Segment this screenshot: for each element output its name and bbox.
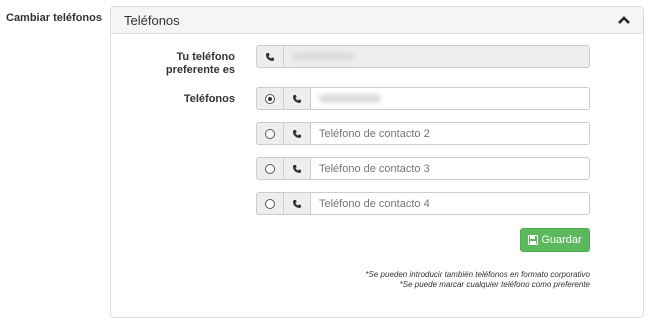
phones-label: Teléfonos <box>183 93 235 105</box>
phone-icon <box>284 88 311 109</box>
phone-2-input[interactable] <box>311 123 589 144</box>
phone-4-radio[interactable] <box>257 193 284 214</box>
help-notes: *Se pueden introducir también teléfonos … <box>311 270 590 290</box>
phone-2-radio[interactable] <box>257 123 284 144</box>
preferred-phone-group <box>256 45 590 68</box>
phone-row-1 <box>256 87 590 110</box>
phones-panel: Teléfonos Tu teléfono preferente es Telé… <box>110 6 644 318</box>
phone-row-4 <box>256 192 590 215</box>
phone-3-radio[interactable] <box>257 158 284 179</box>
phone-3-input[interactable] <box>311 158 589 179</box>
radio-unchecked-icon[interactable] <box>265 163 275 174</box>
phone-1-radio[interactable] <box>257 88 284 109</box>
preferred-phone-label: Tu teléfono preferente es <box>165 51 235 76</box>
note-corporate: *Se pueden introducir también teléfonos … <box>365 270 590 279</box>
phone-icon <box>284 123 311 144</box>
save-button-label: Guardar <box>541 234 582 246</box>
radio-unchecked-icon[interactable] <box>265 198 275 209</box>
preferred-phone-field <box>284 46 589 67</box>
phone-1-input[interactable] <box>311 88 589 109</box>
section-label: Cambiar teléfonos <box>6 12 102 24</box>
note-preferred: *Se puede marcar cualquier teléfono como… <box>399 280 590 289</box>
phone-row-2 <box>256 122 590 145</box>
chevron-up-icon[interactable] <box>618 15 630 25</box>
phone-icon <box>284 158 311 179</box>
save-button[interactable]: Guardar <box>520 228 590 252</box>
radio-checked-icon[interactable] <box>265 93 275 104</box>
panel-heading[interactable]: Teléfonos <box>111 7 643 34</box>
radio-unchecked-icon[interactable] <box>265 128 275 139</box>
phone-row-3 <box>256 157 590 180</box>
phone-icon <box>257 46 284 67</box>
save-icon <box>528 235 539 245</box>
phone-4-input[interactable] <box>311 193 589 214</box>
phone-icon <box>284 193 311 214</box>
panel-title: Teléfonos <box>124 13 180 28</box>
